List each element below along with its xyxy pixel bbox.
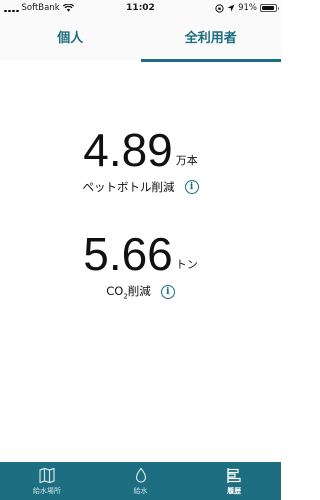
battery-percent: 91%	[238, 3, 257, 13]
nav-item-water-spots[interactable]: 給水場所	[0, 462, 94, 500]
location-icon	[227, 4, 235, 12]
bottle-stat-row: 4.89 万本	[0, 127, 281, 173]
bottle-unit: 万本	[175, 154, 198, 167]
bottle-label: ペットボトル削減	[82, 180, 175, 194]
status-right: 91%	[215, 3, 279, 13]
co2-label: CO2削減	[106, 283, 151, 300]
co2-value: 5.66	[83, 228, 173, 280]
tab-individual[interactable]: 個人	[0, 20, 141, 60]
tab-all-users[interactable]: 全利用者	[140, 20, 282, 62]
co2-stat: 5.66 トン CO2削減 i	[0, 231, 281, 300]
bottle-info-icon[interactable]: i	[184, 180, 199, 194]
co2-label-main: CO	[106, 284, 124, 298]
battery-fill	[262, 6, 274, 10]
water-drop-icon	[135, 467, 146, 483]
nav-label-history: 履歴	[227, 486, 242, 495]
map-icon	[39, 467, 55, 483]
nav-item-water[interactable]: 給水	[94, 462, 188, 500]
co2-stat-row: 5.66 トン	[0, 231, 281, 277]
status-bar: SoftBank 11:02 91%	[0, 0, 281, 20]
bottle-value: 4.89	[83, 124, 173, 176]
nav-label-water: 給水	[133, 486, 148, 495]
bottle-stat: 4.89 万本 ペットボトル削減 i	[0, 127, 281, 195]
bottle-label-row: ペットボトル削減 i	[0, 179, 281, 195]
co2-label-row: CO2削減 i	[0, 283, 281, 300]
bottom-nav: 給水場所 給水 履歴	[0, 462, 281, 500]
tab-bar: 個人 全利用者	[0, 20, 282, 62]
co2-info-icon[interactable]: i	[160, 284, 175, 299]
nav-item-history[interactable]: 履歴	[187, 462, 281, 500]
battery-icon	[260, 4, 279, 12]
history-icon	[227, 467, 241, 483]
co2-unit: トン	[175, 258, 198, 271]
co2-label-rest: 削減	[127, 284, 151, 298]
orientation-lock-icon	[215, 3, 224, 13]
nav-label-water-spots: 給水場所	[32, 486, 61, 495]
